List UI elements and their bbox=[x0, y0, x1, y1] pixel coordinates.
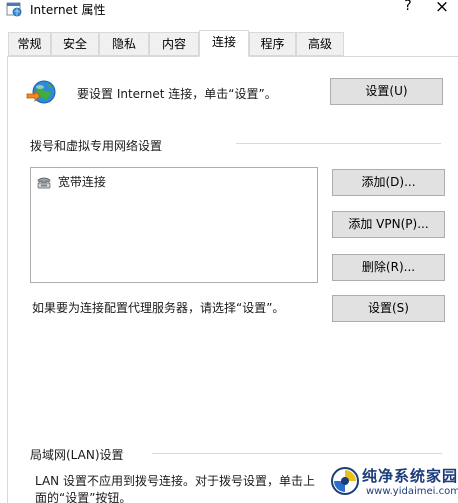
title-bar: Internet 属性 ? × bbox=[0, 0, 458, 30]
connection-list[interactable]: 宽带连接 bbox=[30, 167, 318, 283]
list-item[interactable]: 宽带连接 bbox=[36, 173, 106, 189]
setup-description: 要设置 Internet 连接，单击“设置”。 bbox=[77, 87, 277, 101]
dialup-section-divider bbox=[236, 143, 441, 144]
tab-connections[interactable]: 连接 bbox=[199, 30, 249, 57]
globe-connect-icon bbox=[25, 78, 59, 108]
tab-security[interactable]: 安全 bbox=[51, 32, 99, 56]
proxy-description: 如果要为连接配置代理服务器，请选择“设置”。 bbox=[32, 301, 285, 315]
tab-content[interactable]: 内容 bbox=[149, 32, 199, 56]
watermark-logo bbox=[330, 466, 360, 496]
watermark-title: 纯净系统家园 bbox=[362, 467, 458, 485]
setup-button[interactable]: 设置(U) bbox=[330, 78, 443, 105]
watermark-url: www.yidaimei.com bbox=[366, 486, 458, 497]
tab-programs[interactable]: 程序 bbox=[249, 32, 296, 56]
tab-general[interactable]: 常规 bbox=[8, 32, 51, 56]
tab-strip: 常规 安全 隐私 内容 连接 程序 高级 bbox=[0, 30, 458, 57]
connection-name: 宽带连接 bbox=[57, 175, 106, 189]
lan-section-label: 局域网(LAN)设置 bbox=[30, 448, 124, 462]
tab-privacy[interactable]: 隐私 bbox=[99, 32, 149, 56]
dialup-settings-button[interactable]: 设置(S) bbox=[332, 295, 445, 322]
window-title: Internet 属性 bbox=[30, 3, 106, 17]
watermark: 纯净系统家园 www.yidaimei.com bbox=[322, 462, 458, 503]
tab-advanced[interactable]: 高级 bbox=[296, 32, 344, 56]
remove-button[interactable]: 删除(R)... bbox=[332, 254, 445, 281]
add-button[interactable]: 添加(D)... bbox=[332, 169, 445, 196]
lan-description: LAN 设置不应用到拨号连接。对于拨号设置，单击上面的“设置”按钮。 bbox=[35, 474, 315, 503]
broadband-connection-icon bbox=[36, 175, 52, 189]
internet-options-icon bbox=[6, 1, 22, 17]
help-button[interactable]: ? bbox=[400, 0, 416, 16]
dialup-section-label: 拨号和虚拟专用网络设置 bbox=[30, 139, 163, 153]
close-button[interactable]: × bbox=[433, 0, 451, 17]
add-vpn-button[interactable]: 添加 VPN(P)... bbox=[332, 211, 445, 238]
lan-section-divider bbox=[152, 453, 442, 454]
